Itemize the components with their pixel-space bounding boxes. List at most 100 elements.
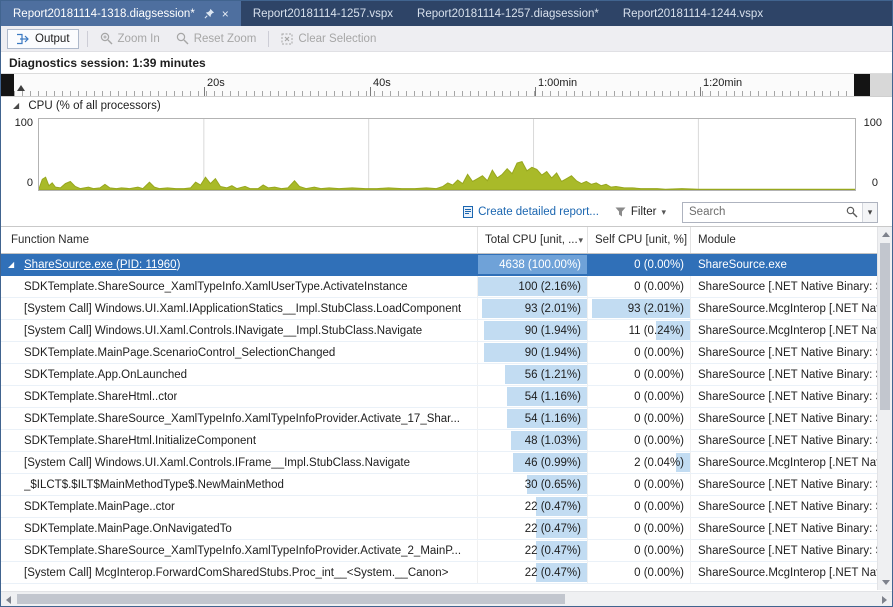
- module-name: ShareSource [.NET Native Binary: S: [698, 347, 883, 359]
- total-cpu-cell: 30 (0.65%): [478, 474, 588, 495]
- self-cpu-cell: 0 (0.00%): [588, 518, 691, 539]
- vertical-scrollbar-thumb[interactable]: [880, 243, 890, 410]
- self-cpu-value: 93 (2.01%): [628, 298, 684, 319]
- timeline-tick-mark: [204, 87, 205, 96]
- total-cpu-cell: 22 (0.47%): [478, 518, 588, 539]
- timeline-left-handle[interactable]: [1, 74, 14, 96]
- total-cpu-cell: 93 (2.01%): [478, 298, 588, 319]
- horizontal-scrollbar-thumb[interactable]: [17, 594, 565, 604]
- filter-dropdown-icon: ▾: [661, 207, 666, 218]
- self-cpu-value: 0 (0.00%): [634, 342, 684, 363]
- scroll-down-button[interactable]: [878, 575, 893, 590]
- function-name: [System Call] Windows.UI.Xaml.IApplicati…: [24, 298, 461, 319]
- toolbar-separator: [268, 31, 269, 47]
- self-cpu-cell: 0 (0.00%): [588, 430, 691, 451]
- column-header[interactable]: Function Name: [1, 227, 478, 253]
- create-detailed-report-link[interactable]: Create detailed report...: [463, 206, 599, 218]
- close-icon[interactable]: ×: [222, 8, 229, 20]
- function-name-cell: SDKTemplate.ShareHtml..ctor: [1, 386, 478, 407]
- pin-icon[interactable]: [204, 8, 215, 19]
- timeline-right-handle[interactable]: [854, 74, 870, 96]
- self-cpu-value: 0 (0.00%): [634, 386, 684, 407]
- self-cpu-value: 11 (0.24%): [629, 320, 684, 341]
- column-header[interactable]: Total CPU [unit, ...▾: [478, 227, 588, 253]
- cpu-graph-header[interactable]: ◢ CPU (% of all processors): [1, 97, 892, 116]
- tab-label: Report20181114-1244.vspx: [623, 8, 763, 20]
- clear-selection-button[interactable]: Clear Selection: [273, 30, 384, 48]
- table-row[interactable]: [System Call] Windows.UI.Xaml.IApplicati…: [1, 298, 892, 320]
- module-name: ShareSource [.NET Native Binary: S: [698, 545, 883, 557]
- table-row[interactable]: SDKTemplate.MainPage.OnNavigatedTo22 (0.…: [1, 518, 892, 540]
- column-header[interactable]: Module: [691, 227, 892, 253]
- filter-button[interactable]: Filter ▾: [615, 206, 666, 218]
- module-cell: ShareSource [.NET Native Binary: S: [691, 276, 892, 297]
- document-tab[interactable]: Report20181114-1244.vspx: [611, 1, 775, 26]
- reset-zoom-label: Reset Zoom: [194, 33, 257, 45]
- table-row[interactable]: [System Call] Windows.UI.Xaml.Controls.I…: [1, 452, 892, 474]
- function-name-cell: SDKTemplate.MainPage.OnNavigatedTo: [1, 518, 478, 539]
- cpu-section: ◢ CPU (% of all processors) 100 0 100 0: [1, 97, 892, 196]
- module-name: ShareSource [.NET Native Binary: S: [698, 391, 883, 403]
- table-row[interactable]: ◢ShareSource.exe (PID: 11960)4638 (100.0…: [1, 254, 892, 276]
- vertical-scrollbar[interactable]: [877, 227, 892, 590]
- table-row[interactable]: SDKTemplate.ShareSource_XamlTypeInfo.Xam…: [1, 276, 892, 298]
- self-cpu-cell: 2 (0.04%): [588, 452, 691, 473]
- table-row[interactable]: [System Call] McgInterop.ForwardComShare…: [1, 562, 892, 584]
- scroll-left-button[interactable]: [1, 592, 16, 607]
- table-row[interactable]: SDKTemplate.MainPage..ctor22 (0.47%)0 (0…: [1, 496, 892, 518]
- total-cpu-cell: 4638 (100.00%): [478, 254, 588, 275]
- zoom-in-button[interactable]: Zoom In: [92, 29, 168, 48]
- timeline-tick-label: 1:20min: [703, 77, 742, 89]
- self-cpu-value: 0 (0.00%): [634, 276, 684, 297]
- self-cpu-cell: 0 (0.00%): [588, 254, 691, 275]
- column-header[interactable]: Self CPU [unit, %]: [588, 227, 691, 253]
- self-cpu-value: 0 (0.00%): [634, 254, 684, 275]
- filter-icon: [615, 207, 626, 217]
- zoom-in-icon: [100, 32, 113, 45]
- cpu-plot[interactable]: [38, 118, 856, 191]
- self-cpu-cell: 0 (0.00%): [588, 408, 691, 429]
- module-cell: ShareSource.McgInterop [.NET Nat: [691, 452, 892, 473]
- clear-selection-label: Clear Selection: [298, 33, 376, 45]
- total-cpu-cell: 22 (0.47%): [478, 562, 588, 583]
- tab-label: Report20181114-1257.vspx: [253, 8, 393, 20]
- document-tab[interactable]: Report20181114-1257.vspx: [241, 1, 405, 26]
- table-row[interactable]: _$ILCT$.$ILT$MainMethodType$.NewMainMeth…: [1, 474, 892, 496]
- table-row[interactable]: SDKTemplate.MainPage.ScenarioControl_Sel…: [1, 342, 892, 364]
- table-row[interactable]: SDKTemplate.ShareHtml..ctor54 (1.16%)0 (…: [1, 386, 892, 408]
- reset-zoom-button[interactable]: Reset Zoom: [168, 29, 265, 48]
- total-cpu-value: 100 (2.16%): [518, 276, 581, 297]
- table-row[interactable]: SDKTemplate.ShareSource_XamlTypeInfo.Xam…: [1, 408, 892, 430]
- self-cpu-cell: 0 (0.00%): [588, 386, 691, 407]
- timeline-ruler[interactable]: 20s40s1:00min1:20min: [1, 74, 892, 97]
- module-cell: ShareSource.McgInterop [.NET Nat: [691, 320, 892, 341]
- search-icon[interactable]: [842, 206, 862, 218]
- function-name-cell: SDKTemplate.ShareSource_XamlTypeInfo.Xam…: [1, 408, 478, 429]
- table-row[interactable]: SDKTemplate.ShareHtml.InitializeComponen…: [1, 430, 892, 452]
- detail-bar: Create detailed report... Filter ▾ ▾: [1, 196, 892, 227]
- function-name: [System Call] Windows.UI.Xaml.Controls.I…: [24, 320, 422, 341]
- table-row[interactable]: SDKTemplate.ShareSource_XamlTypeInfo.Xam…: [1, 540, 892, 562]
- total-cpu-cell: 22 (0.47%): [478, 540, 588, 561]
- column-dropdown-icon[interactable]: ▾: [578, 235, 583, 246]
- function-name: SDKTemplate.ShareSource_XamlTypeInfo.Xam…: [24, 540, 461, 561]
- search-input[interactable]: [683, 206, 842, 218]
- expander-icon[interactable]: ◢: [8, 254, 24, 275]
- output-button[interactable]: Output: [7, 29, 79, 49]
- search-dropdown-button[interactable]: ▾: [862, 203, 877, 222]
- table-row[interactable]: SDKTemplate.App.OnLaunched56 (1.21%)0 (0…: [1, 364, 892, 386]
- total-cpu-value: 90 (1.94%): [525, 320, 581, 341]
- y-axis-max-right: 100: [864, 117, 882, 129]
- total-cpu-cell: 56 (1.21%): [478, 364, 588, 385]
- total-cpu-cell: 22 (0.47%): [478, 496, 588, 517]
- document-tab[interactable]: Report20181114-1257.diagsession*: [405, 1, 611, 26]
- table-row[interactable]: [System Call] Windows.UI.Xaml.Controls.I…: [1, 320, 892, 342]
- scroll-up-button[interactable]: [878, 227, 893, 242]
- scroll-right-button[interactable]: [877, 592, 892, 607]
- document-tab-active[interactable]: Report20181114-1318.diagsession*×: [1, 1, 241, 26]
- tab-label: Report20181114-1257.diagsession*: [417, 8, 599, 20]
- table-header: Function NameTotal CPU [unit, ...▾Self C…: [1, 227, 892, 254]
- function-name: [System Call] McgInterop.ForwardComShare…: [24, 562, 448, 583]
- horizontal-scrollbar[interactable]: [1, 591, 892, 606]
- clear-selection-icon: [281, 33, 293, 45]
